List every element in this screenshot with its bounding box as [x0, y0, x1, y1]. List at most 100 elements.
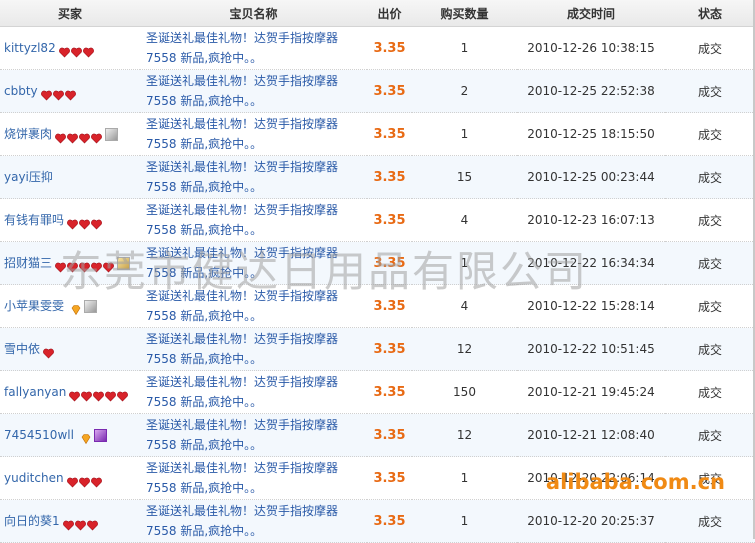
item-title-line2[interactable]: 7558 新品,疯抢中。。	[146, 306, 367, 326]
item-cell[interactable]: 圣诞送礼最佳礼物！达贺手指按摩器 7558 新品,疯抢中。。	[140, 456, 367, 500]
price-cell: 3.35	[367, 241, 412, 285]
table-row: yayi压抑 圣诞送礼最佳礼物！达贺手指按摩器 7558 新品,疯抢中。。 3.35 1…	[0, 155, 755, 199]
buyer-name-link[interactable]: 小苹果雯雯	[4, 299, 64, 313]
item-cell[interactable]: 圣诞送礼最佳礼物！达贺手指按摩器 7558 新品,疯抢中。。	[140, 499, 367, 543]
quantity-cell: 2	[412, 69, 517, 113]
purple-badge-icon	[93, 429, 107, 443]
item-title-line1[interactable]: 圣诞送礼最佳礼物！达贺手指按摩器	[146, 286, 367, 306]
buyer-name-link[interactable]: yayi压抑	[4, 170, 53, 184]
time-cell: 2010-12-25 00:23:44	[517, 155, 665, 199]
buyer-rank	[67, 295, 98, 317]
buyer-name-link[interactable]: 7454510wll	[4, 428, 74, 442]
status-cell: 成交	[665, 112, 755, 156]
item-title-line1[interactable]: 圣诞送礼最佳礼物！达贺手指按摩器	[146, 329, 367, 349]
buyer-rank	[55, 123, 119, 145]
quantity-cell: 1	[412, 112, 517, 156]
time-cell: 2010-12-23 16:07:13	[517, 198, 665, 242]
item-title-line1[interactable]: 圣诞送礼最佳礼物！达贺手指按摩器	[146, 71, 367, 91]
status-cell: 成交	[665, 499, 755, 543]
header-time: 成交时间	[517, 0, 665, 27]
item-title-line1[interactable]: 圣诞送礼最佳礼物！达贺手指按摩器	[146, 415, 367, 435]
status-cell: 成交	[665, 69, 755, 113]
time-cell: 2010-12-20 20:25:37	[517, 499, 665, 543]
item-title-line2[interactable]: 7558 新品,疯抢中。。	[146, 48, 367, 68]
buyer-name-link[interactable]: 招财猫三	[4, 256, 52, 270]
buyer-cell: 有钱有罪吗	[0, 198, 140, 242]
quantity-cell: 1	[412, 26, 517, 70]
item-title-line2[interactable]: 7558 新品,疯抢中。。	[146, 478, 367, 498]
time-cell: 2010-12-21 19:45:24	[517, 370, 665, 414]
price-cell: 3.35	[367, 370, 412, 414]
item-title-line2[interactable]: 7558 新品,疯抢中。。	[146, 177, 367, 197]
item-cell[interactable]: 圣诞送礼最佳礼物！达贺手指按摩器 7558 新品,疯抢中。。	[140, 413, 367, 457]
heart-rank-icon	[91, 129, 102, 144]
quantity-cell: 150	[412, 370, 517, 414]
heart-rank-icon	[67, 215, 78, 230]
item-title-line1[interactable]: 圣诞送礼最佳礼物！达贺手指按摩器	[146, 28, 367, 48]
item-cell[interactable]: 圣诞送礼最佳礼物！达贺手指按摩器 7558 新品,疯抢中。。	[140, 284, 367, 328]
item-title-line1[interactable]: 圣诞送礼最佳礼物！达贺手指按摩器	[146, 200, 367, 220]
price-cell: 3.35	[367, 327, 412, 371]
quantity-cell: 1	[412, 499, 517, 543]
buyer-name-link[interactable]: 向日的葵1	[4, 514, 60, 528]
time-cell: 2010-12-25 22:52:38	[517, 69, 665, 113]
quantity-cell: 15	[412, 155, 517, 199]
heart-rank-icon	[79, 258, 90, 273]
time-cell: 2010-12-22 16:34:34	[517, 241, 665, 285]
status-cell: 成交	[665, 155, 755, 199]
price-cell: 3.35	[367, 499, 412, 543]
buyer-name-link[interactable]: 雪中依	[4, 342, 40, 356]
item-title-line2[interactable]: 7558 新品,疯抢中。。	[146, 521, 367, 541]
table-row: cbbty 圣诞送礼最佳礼物！达贺手指按摩器 7558 新品,疯抢中。。 3.35 2 2…	[0, 69, 755, 113]
buyer-rank	[62, 510, 99, 532]
table-row: 烧饼裹肉 圣诞送礼最佳礼物！达贺手指按摩器 7558 新品,疯抢中。。 3.35 1 20…	[0, 112, 755, 156]
item-title-line1[interactable]: 圣诞送礼最佳礼物！达贺手指按摩器	[146, 243, 367, 263]
heart-rank-icon	[117, 387, 129, 402]
item-title-line1[interactable]: 圣诞送礼最佳礼物！达贺手指按摩器	[146, 372, 367, 392]
item-cell[interactable]: 圣诞送礼最佳礼物！达贺手指按摩器 7558 新品,疯抢中。。	[140, 198, 367, 242]
heart-rank-icon	[81, 387, 93, 402]
quantity-cell: 1	[412, 241, 517, 285]
item-title-line1[interactable]: 圣诞送礼最佳礼物！达贺手指按摩器	[146, 501, 367, 521]
buyer-name-link[interactable]: 有钱有罪吗	[4, 213, 64, 227]
item-cell[interactable]: 圣诞送礼最佳礼物！达贺手指按摩器 7558 新品,疯抢中。。	[140, 26, 367, 70]
item-title-line2[interactable]: 7558 新品,疯抢中。。	[146, 220, 367, 240]
heart-rank-icon	[62, 516, 74, 531]
time-cell: 2010-12-20 22:06:14	[517, 456, 665, 500]
item-title-line2[interactable]: 7558 新品,疯抢中。。	[146, 392, 367, 412]
header-price: 出价	[367, 0, 412, 27]
buyer-name-link[interactable]: yuditchen	[4, 471, 64, 485]
item-title-line1[interactable]: 圣诞送礼最佳礼物！达贺手指按摩器	[146, 157, 367, 177]
time-cell: 2010-12-22 15:28:14	[517, 284, 665, 328]
price-cell: 3.35	[367, 155, 412, 199]
time-cell: 2010-12-26 10:38:15	[517, 26, 665, 70]
item-title-line2[interactable]: 7558 新品,疯抢中。。	[146, 263, 367, 283]
price-cell: 3.35	[367, 69, 412, 113]
table-row: 向日的葵1 圣诞送礼最佳礼物！达贺手指按摩器 7558 新品,疯抢中。。 3.35 1 2…	[0, 499, 755, 543]
item-cell[interactable]: 圣诞送礼最佳礼物！达贺手指按摩器 7558 新品,疯抢中。。	[140, 155, 367, 199]
buyer-name-link[interactable]: 烧饼裹肉	[4, 127, 52, 141]
item-cell[interactable]: 圣诞送礼最佳礼物！达贺手指按摩器 7558 新品,疯抢中。。	[140, 241, 367, 285]
item-title-line1[interactable]: 圣诞送礼最佳礼物！达贺手指按摩器	[146, 458, 367, 478]
buyer-name-link[interactable]: cbbty	[4, 84, 38, 98]
item-cell[interactable]: 圣诞送礼最佳礼物！达贺手指按摩器 7558 新品,疯抢中。。	[140, 112, 367, 156]
price-cell: 3.35	[367, 112, 412, 156]
time-cell: 2010-12-22 10:51:45	[517, 327, 665, 371]
heart-rank-icon	[67, 258, 78, 273]
buyer-rank	[55, 252, 131, 274]
heart-rank-icon	[79, 129, 90, 144]
buyer-name-link[interactable]: kittyzl82	[4, 41, 56, 55]
heart-rank-icon	[67, 129, 78, 144]
item-cell[interactable]: 圣诞送礼最佳礼物！达贺手指按摩器 7558 新品,疯抢中。。	[140, 327, 367, 371]
item-title-line2[interactable]: 7558 新品,疯抢中。。	[146, 435, 367, 455]
item-title-line2[interactable]: 7558 新品,疯抢中。。	[146, 349, 367, 369]
item-title-line2[interactable]: 7558 新品,疯抢中。。	[146, 91, 367, 111]
item-title-line2[interactable]: 7558 新品,疯抢中。。	[146, 134, 367, 154]
grey-badge-icon	[84, 300, 98, 314]
item-cell[interactable]: 圣诞送礼最佳礼物！达贺手指按摩器 7558 新品,疯抢中。。	[140, 370, 367, 414]
buyer-rank	[67, 209, 103, 231]
item-title-line1[interactable]: 圣诞送礼最佳礼物！达贺手指按摩器	[146, 114, 367, 134]
heart-rank-icon	[40, 86, 52, 101]
buyer-name-link[interactable]: fallyanyan	[4, 385, 66, 399]
item-cell[interactable]: 圣诞送礼最佳礼物！达贺手指按摩器 7558 新品,疯抢中。。	[140, 69, 367, 113]
